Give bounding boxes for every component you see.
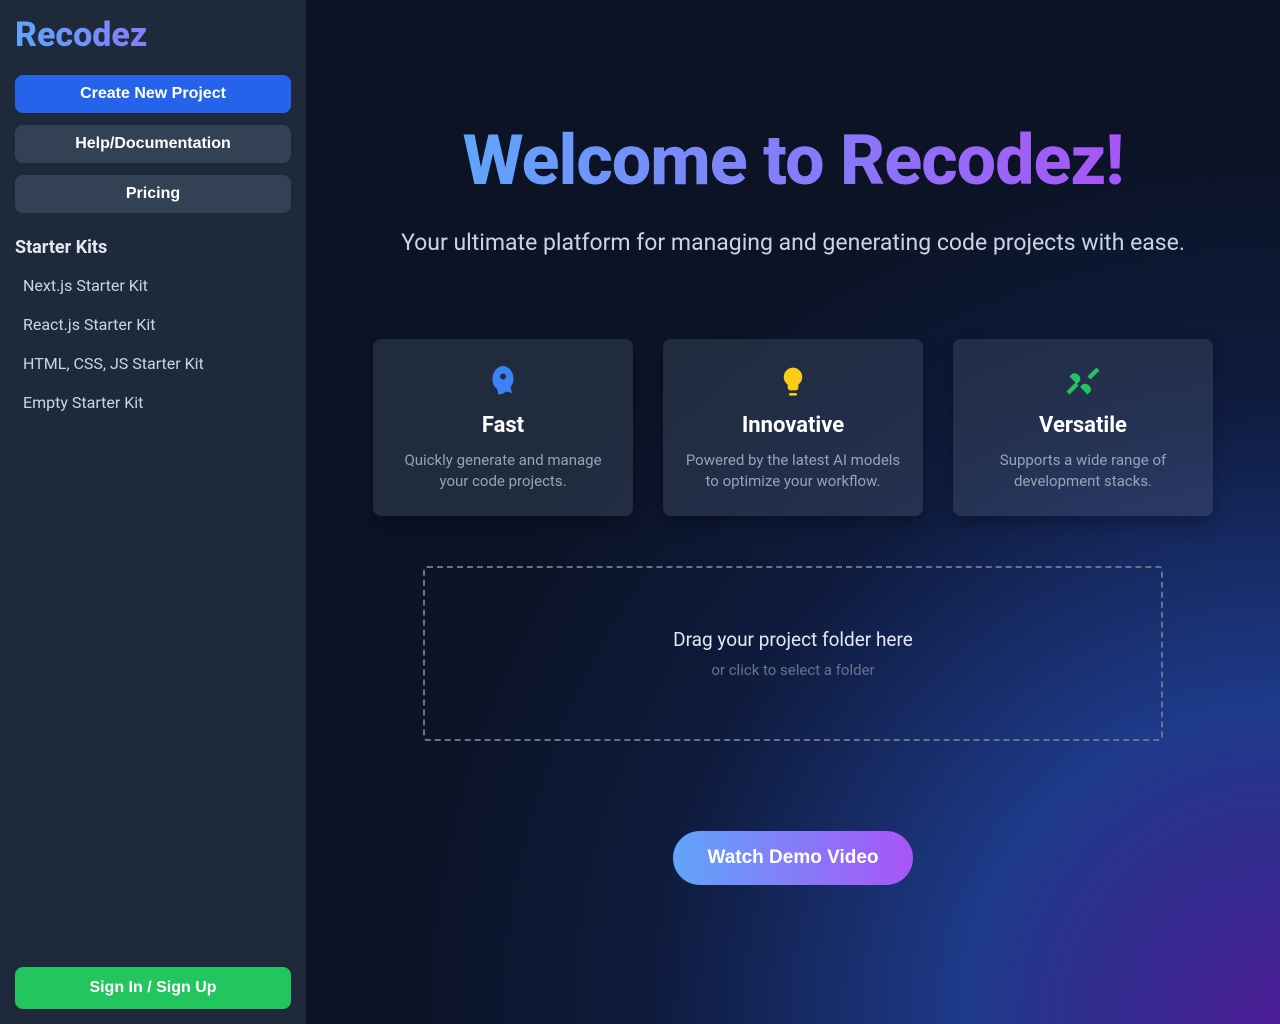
starter-kit-nextjs[interactable]: Next.js Starter Kit bbox=[15, 266, 291, 305]
demo-section: Watch Demo Video bbox=[673, 831, 912, 885]
lightbulb-icon bbox=[775, 363, 811, 399]
starter-kit-html-css-js[interactable]: HTML, CSS, JS Starter Kit bbox=[15, 344, 291, 383]
feature-card-fast: Fast Quickly generate and manage your co… bbox=[373, 339, 633, 516]
feature-card-innovative: Innovative Powered by the latest AI mode… bbox=[663, 339, 923, 516]
create-new-project-button[interactable]: Create New Project bbox=[15, 75, 291, 113]
main-content: Welcome to Recodez! Your ultimate platfo… bbox=[306, 0, 1280, 1024]
feature-title: Fast bbox=[391, 413, 615, 438]
feature-desc: Supports a wide range of development sta… bbox=[971, 450, 1195, 492]
tools-icon bbox=[1065, 363, 1101, 399]
feature-title: Innovative bbox=[681, 413, 905, 438]
app-logo: Recodez bbox=[15, 15, 291, 55]
dropzone-subtext: or click to select a folder bbox=[445, 661, 1141, 679]
watch-demo-video-button[interactable]: Watch Demo Video bbox=[673, 831, 912, 885]
sidebar: Recodez Create New Project Help/Document… bbox=[0, 0, 306, 1024]
dropzone-text: Drag your project folder here bbox=[445, 628, 1141, 651]
starter-kits-heading: Starter Kits bbox=[15, 237, 291, 258]
rocket-icon bbox=[485, 363, 521, 399]
feature-title: Versatile bbox=[971, 413, 1195, 438]
help-documentation-button[interactable]: Help/Documentation bbox=[15, 125, 291, 163]
sign-in-sign-up-button[interactable]: Sign In / Sign Up bbox=[15, 967, 291, 1009]
feature-desc: Quickly generate and manage your code pr… bbox=[391, 450, 615, 492]
features-row: Fast Quickly generate and manage your co… bbox=[373, 339, 1213, 516]
feature-card-versatile: Versatile Supports a wide range of devel… bbox=[953, 339, 1213, 516]
starter-kit-reactjs[interactable]: React.js Starter Kit bbox=[15, 305, 291, 344]
project-dropzone[interactable]: Drag your project folder here or click t… bbox=[423, 566, 1163, 741]
starter-kit-empty[interactable]: Empty Starter Kit bbox=[15, 383, 291, 422]
feature-desc: Powered by the latest AI models to optim… bbox=[681, 450, 905, 492]
pricing-button[interactable]: Pricing bbox=[15, 175, 291, 213]
hero-title: Welcome to Recodez! bbox=[463, 120, 1124, 202]
hero-subtitle: Your ultimate platform for managing and … bbox=[401, 226, 1185, 259]
